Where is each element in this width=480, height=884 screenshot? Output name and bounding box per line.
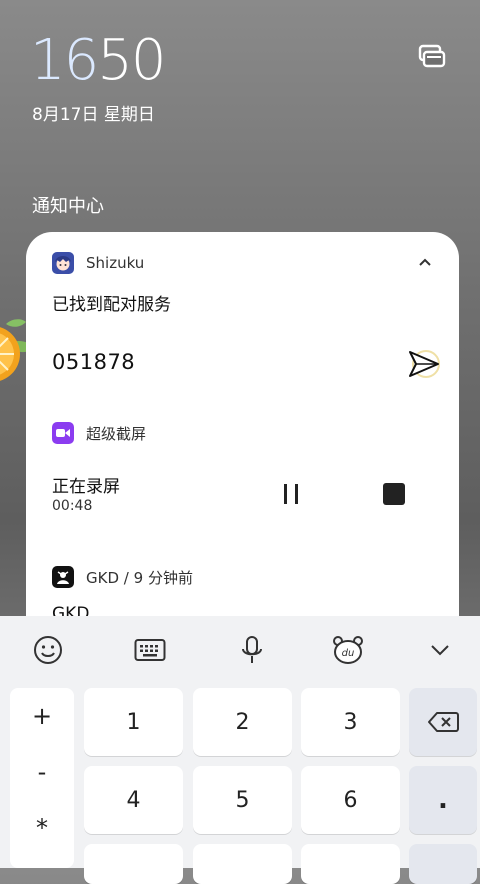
key-9-partial[interactable] bbox=[301, 844, 400, 884]
keyboard-toolbar: du bbox=[0, 616, 480, 682]
gkd-header: GKD / 9 分钟前 bbox=[52, 566, 433, 588]
shizuku-title: 已找到配对服务 bbox=[52, 295, 171, 315]
key-3[interactable]: 3 bbox=[301, 688, 400, 756]
date: 8月17日 星期日 bbox=[32, 105, 155, 125]
shizuku-app-icon bbox=[52, 252, 74, 274]
dot-key[interactable]: . bbox=[409, 766, 477, 834]
collapse-chevron-icon[interactable] bbox=[417, 254, 433, 272]
gkd-app-name: GKD bbox=[86, 568, 120, 587]
notification-settings-icon[interactable] bbox=[418, 44, 446, 68]
notification-center-title: 通知中心 bbox=[32, 196, 104, 217]
key-2[interactable]: 2 bbox=[193, 688, 292, 756]
chevron-down-icon[interactable] bbox=[424, 634, 456, 666]
backspace-key[interactable] bbox=[409, 688, 477, 756]
key-7-partial[interactable] bbox=[84, 844, 183, 884]
key-5[interactable]: 5 bbox=[193, 766, 292, 834]
gkd-app-icon bbox=[52, 566, 74, 588]
send-icon[interactable] bbox=[406, 348, 442, 380]
clock-hour: 16 bbox=[30, 28, 99, 93]
key-6[interactable]: 6 bbox=[301, 766, 400, 834]
clock: 1650 bbox=[30, 28, 167, 93]
key-8-partial[interactable] bbox=[193, 844, 292, 884]
screen-record-app-name: 超级截屏 bbox=[86, 424, 147, 443]
minus-key[interactable]: - bbox=[10, 758, 74, 786]
key-1[interactable]: 1 bbox=[84, 688, 183, 756]
backspace-icon bbox=[428, 712, 459, 732]
shizuku-header: Shizuku bbox=[52, 252, 433, 274]
key-4[interactable]: 4 bbox=[84, 766, 183, 834]
emoji-icon[interactable] bbox=[32, 634, 64, 666]
screen-record-app-icon bbox=[52, 422, 74, 444]
symbol-column: + - * bbox=[10, 688, 74, 868]
pause-button[interactable] bbox=[280, 482, 304, 506]
key-side-partial[interactable] bbox=[409, 844, 477, 884]
recording-elapsed: 00:48 bbox=[52, 498, 93, 514]
keyboard[interactable]: du + - * 1 2 3 4 5 6 . bbox=[0, 616, 480, 884]
asterisk-key[interactable]: * bbox=[10, 814, 74, 842]
svg-text:du: du bbox=[342, 648, 355, 659]
notification-card[interactable]: Shizuku 已找到配对服务 051878 超级截屏 正在录屏 00:48 G… bbox=[26, 232, 459, 652]
gkd-separator: / bbox=[123, 568, 129, 587]
shizuku-app-name: Shizuku bbox=[86, 254, 145, 272]
stop-button[interactable] bbox=[383, 483, 405, 505]
gkd-time-ago: 9 分钟前 bbox=[133, 568, 193, 587]
keyboard-icon[interactable] bbox=[134, 634, 166, 666]
screen-record-header: 超级截屏 bbox=[52, 422, 433, 444]
clock-minute: 50 bbox=[97, 28, 166, 93]
pairing-code: 051878 bbox=[52, 350, 136, 374]
microphone-icon[interactable] bbox=[236, 634, 268, 666]
plus-key[interactable]: + bbox=[10, 702, 74, 730]
recording-title: 正在录屏 bbox=[52, 477, 120, 497]
du-bear-icon[interactable]: du bbox=[332, 634, 364, 666]
